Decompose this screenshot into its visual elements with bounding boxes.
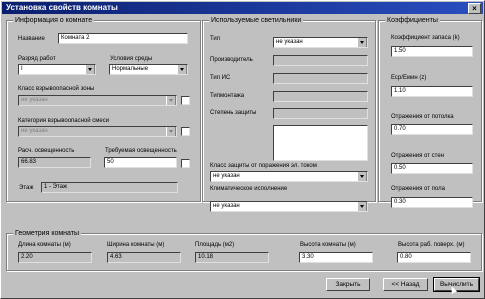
explosion-class-value: не указан	[21, 97, 48, 103]
work-height-input[interactable]: 0.80	[397, 252, 471, 263]
mixture-select[interactable]: не указан	[18, 126, 177, 137]
room-info-group: Информация о комнате	[6, 16, 201, 202]
protection-label: Степень защиты	[210, 110, 257, 116]
req-light-checkbox[interactable]	[181, 159, 190, 168]
env-label: Условия среды	[110, 56, 153, 62]
shock-class-select[interactable]: не указан	[210, 171, 368, 182]
shock-class-value: не указан	[213, 173, 240, 179]
length-value: 2.20	[18, 252, 92, 263]
mounting-label: Типмонтажа	[210, 93, 245, 99]
fixture-type-value: не указан	[276, 39, 303, 45]
fixture-type-label: Тип	[210, 36, 221, 42]
length-label: Длина комнаты (м)	[18, 242, 71, 248]
env-select[interactable]: Нормальные	[109, 64, 188, 75]
climate-select[interactable]: не указан	[210, 201, 368, 212]
shock-class-label: Класс защиты от поражения эл. током	[210, 163, 317, 169]
work-class-label: Разряд работ	[18, 56, 56, 62]
height-label: Высота комнаты (м)	[300, 242, 356, 248]
coefficients-title: Коэффициенты	[385, 16, 440, 25]
maker-field	[273, 55, 368, 66]
explosion-class-label: Класс взрывоопасной зоны	[18, 86, 95, 92]
mixture-label: Категория взрывоопасной смеси	[18, 118, 110, 124]
area-value: 10.18	[195, 252, 269, 263]
width-label: Ширина комнаты (м)	[107, 242, 165, 248]
chevron-down-icon[interactable]	[177, 65, 187, 74]
lamp-type-label: Тип ИС	[210, 75, 231, 81]
walls-label: Отражения от стен	[391, 153, 444, 159]
room-info-title: Информация о комнате	[13, 16, 95, 25]
ceiling-input[interactable]: 0.70	[391, 124, 473, 135]
fixture-notes-box[interactable]	[273, 125, 368, 161]
width-value: 4.63	[107, 252, 181, 263]
chevron-down-icon[interactable]	[357, 38, 367, 47]
chevron-down-icon[interactable]	[357, 202, 367, 211]
chevron-down-icon[interactable]	[85, 65, 95, 74]
fixture-type-select[interactable]: не указан	[273, 37, 368, 48]
reserve-label: Коэффициент запаса (k)	[391, 35, 460, 41]
chevron-down-icon[interactable]	[357, 172, 367, 181]
floor-label: Этаж	[19, 185, 34, 191]
explosion-class-checkbox[interactable]	[181, 96, 190, 105]
chevron-down-icon[interactable]	[166, 127, 176, 136]
close-window-button[interactable]: ×	[468, 3, 481, 14]
maker-label: Производитель	[210, 57, 253, 63]
title-bar[interactable]: Установка свойств комнаты ×	[2, 2, 483, 14]
mounting-field	[273, 91, 368, 102]
floor-refl-input[interactable]: 0.30	[391, 197, 473, 208]
mixture-value: не указан	[21, 128, 48, 134]
height-input[interactable]: 3.30	[299, 252, 373, 263]
window-title: Установка свойств комнаты	[6, 3, 118, 12]
req-light-label: Требуемая освещенность	[105, 148, 177, 154]
env-value: Нормальные	[112, 66, 149, 72]
name-label: Название	[18, 36, 45, 42]
work-class-select[interactable]: I	[18, 64, 96, 75]
lamp-type-field	[273, 73, 368, 84]
close-button[interactable]: Закрыть	[326, 278, 370, 291]
fixtures-title: Используемые светильники	[209, 16, 304, 25]
calc-light-value: 66.83	[18, 157, 91, 168]
work-height-label: Высота раб. поверх. (м)	[398, 242, 465, 248]
req-light-input[interactable]: 50	[104, 157, 177, 168]
back-button[interactable]: << Назад	[383, 278, 428, 291]
walls-input[interactable]: 0.50	[391, 163, 473, 174]
climate-label: Климатическое исполнение	[210, 186, 288, 192]
climate-value: не указан	[213, 203, 240, 209]
ratio-label: Еср/Емин (z)	[391, 75, 427, 81]
ratio-input[interactable]: 1.10	[391, 86, 473, 97]
room-name-input[interactable]: Комната 2	[58, 33, 188, 44]
geometry-title: Геометрия комнаты	[13, 229, 82, 238]
mixture-checkbox[interactable]	[181, 127, 190, 136]
explosion-class-select[interactable]: не указан	[18, 95, 177, 106]
work-class-value: I	[21, 66, 23, 72]
area-label: Площадь (м2)	[195, 242, 235, 248]
floor-refl-label: Отражения от пола	[391, 186, 445, 192]
floor-value: 1 - Этаж	[41, 182, 178, 193]
calc-light-label: Расч. освещенность	[18, 148, 75, 154]
dialog-window: Установка свойств комнаты × Информация о…	[0, 0, 485, 299]
protection-field	[273, 108, 368, 119]
ceiling-label: Отражения от потолка	[391, 114, 454, 120]
reserve-input[interactable]: 1.50	[391, 46, 473, 57]
chevron-down-icon[interactable]	[166, 96, 176, 105]
